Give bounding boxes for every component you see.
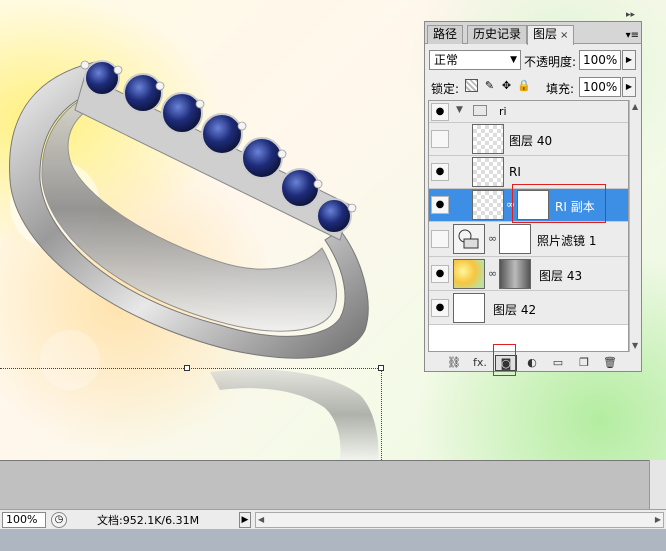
layer-thumbnail (472, 157, 504, 187)
layer-thumbnail (472, 190, 504, 220)
layer-row-photo-filter[interactable]: ∞ 照片滤镜 1 (429, 222, 628, 257)
zoom-field[interactable]: 100% (2, 511, 46, 528)
lock-label: 锁定: (431, 82, 460, 96)
layer-mask-thumbnail[interactable] (499, 224, 531, 254)
eye-icon[interactable]: ● (431, 299, 449, 317)
blend-mode-select[interactable]: 正常 ▼ (429, 50, 521, 70)
layer-name: 照片滤镜 1 (537, 234, 597, 248)
eye-icon[interactable]: ● (431, 196, 449, 214)
taskbar-strip (0, 529, 666, 551)
tab-layers-label: 图层 (533, 27, 558, 41)
link-chain-icon[interactable]: ∞ (488, 267, 497, 280)
chevron-down-icon: ▼ (510, 55, 517, 65)
selection-marquee-top (0, 368, 382, 369)
sapphire-gem (280, 168, 320, 208)
zoom-navigator-icon[interactable]: ◷ (51, 511, 67, 528)
layer-row-group-ri[interactable]: ● ▼ ri (429, 101, 628, 123)
fill-slider-arrow-icon[interactable]: ▶ (622, 77, 636, 97)
layer-name: ri (499, 105, 507, 118)
opacity-field[interactable]: 100% (579, 50, 621, 70)
tab-layers[interactable]: 图层 × (527, 25, 575, 45)
layer-name: 图层 43 (539, 269, 583, 283)
transform-handle[interactable] (184, 365, 190, 371)
layer-thumbnail (453, 293, 485, 323)
blend-mode-value: 正常 (434, 53, 459, 67)
eye-icon[interactable]: ● (431, 163, 449, 181)
adjustment-icon[interactable]: ◐ (521, 355, 543, 371)
scroll-right-icon[interactable]: ▶ (655, 515, 661, 524)
sapphire-gem (161, 92, 203, 134)
group-expand-triangle-icon[interactable]: ▼ (456, 105, 463, 115)
layer-thumbnail (472, 124, 504, 154)
sapphire-gem (241, 137, 283, 179)
panel-tab-bar: 路径 历史记录 图层 × ▾≡ (425, 22, 641, 45)
visibility-toggle[interactable] (431, 130, 449, 148)
scroll-down-icon[interactable]: ▼ (632, 341, 638, 350)
folder-icon[interactable]: ▭ (547, 355, 569, 371)
fx-icon[interactable]: fx. (469, 355, 491, 371)
layer-name: 图层 42 (493, 303, 537, 317)
lock-position-move-icon[interactable]: ✥ (500, 79, 513, 92)
add-mask-icon[interactable]: ◙ (495, 354, 517, 371)
layer-row-layer-43[interactable]: ● ∞ 图层 43 (429, 257, 628, 291)
sapphire-gem (316, 198, 352, 234)
panel-menu-icon[interactable]: ▾≡ (626, 30, 639, 41)
lock-image-brush-icon[interactable]: ✎ (483, 79, 496, 92)
layer-mask-thumbnail[interactable] (517, 190, 549, 220)
layer-row-ri-copy[interactable]: ● ∞ RI 副本 (429, 189, 628, 222)
layer-row-layer-42[interactable]: ● 图层 42 (429, 291, 628, 325)
panel-footer-toolbar: ⛓ fx. ◙ ◐ ▭ ❐ 🗑 (425, 353, 641, 372)
visibility-toggle[interactable] (431, 230, 449, 248)
layer-thumbnail (453, 259, 485, 289)
opacity-label: 不透明度: (524, 55, 577, 69)
canvas-pasteboard (0, 460, 666, 509)
fill-field[interactable]: 100% (579, 77, 621, 97)
folder-icon (473, 105, 487, 116)
tab-paths[interactable]: 路径 (427, 25, 464, 44)
layer-mask-thumbnail[interactable] (499, 259, 531, 289)
layer-name: RI (509, 165, 521, 179)
fill-label: 填充: (546, 82, 575, 96)
lock-transparency-icon[interactable] (465, 79, 478, 92)
eye-icon[interactable]: ● (431, 103, 449, 121)
layer-row-layer-40[interactable]: 图层 40 (429, 123, 628, 156)
double-chevron-icon[interactable]: ▸▸ (626, 10, 635, 20)
status-bar: 100% ◷ 文档:952.1K/6.31M ▶ ◀ ▶ (0, 509, 666, 529)
document-info: 文档:952.1K/6.31M (97, 513, 200, 527)
link-chain-icon[interactable]: ∞ (506, 198, 515, 211)
scroll-left-icon[interactable]: ◀ (258, 515, 264, 524)
transform-handle[interactable] (378, 365, 384, 371)
sapphire-gem (84, 60, 120, 96)
new-layer-icon[interactable]: ❐ (573, 355, 595, 371)
trash-icon[interactable]: 🗑 (599, 355, 621, 371)
layer-list: ● ▼ ri 图层 40 ● RI ● ∞ RI 副本 ∞ 照片滤镜 1 ● ∞… (428, 100, 629, 352)
opacity-slider-arrow-icon[interactable]: ▶ (622, 50, 636, 70)
layer-name: RI 副本 (555, 200, 595, 214)
sapphire-gem (201, 113, 243, 155)
eye-icon[interactable]: ● (431, 265, 449, 283)
tab-history[interactable]: 历史记录 (467, 25, 528, 44)
layer-list-scrollbar[interactable]: ▲ ▼ (629, 100, 640, 352)
layer-row-ri[interactable]: ● RI (429, 156, 628, 189)
status-menu-arrow-icon[interactable]: ▶ (239, 511, 251, 528)
horizontal-scrollbar[interactable]: ◀ ▶ (255, 511, 664, 528)
layer-name: 图层 40 (509, 134, 553, 148)
sapphire-gem (123, 73, 163, 113)
scroll-up-icon[interactable]: ▲ (632, 102, 638, 111)
adjustment-layer-icon (453, 224, 485, 254)
lock-all-padlock-icon[interactable]: 🔒 (517, 79, 531, 92)
link-icon[interactable]: ⛓ (443, 355, 465, 371)
link-chain-icon[interactable]: ∞ (488, 232, 497, 245)
selection-marquee-right (381, 368, 382, 460)
close-icon[interactable]: × (560, 30, 568, 41)
vertical-scrollbar[interactable] (649, 460, 666, 509)
layers-panel: 路径 历史记录 图层 × ▾≡ ▸▸ 正常 ▼ 不透明度: 100% ▶ 锁定: … (424, 10, 642, 372)
